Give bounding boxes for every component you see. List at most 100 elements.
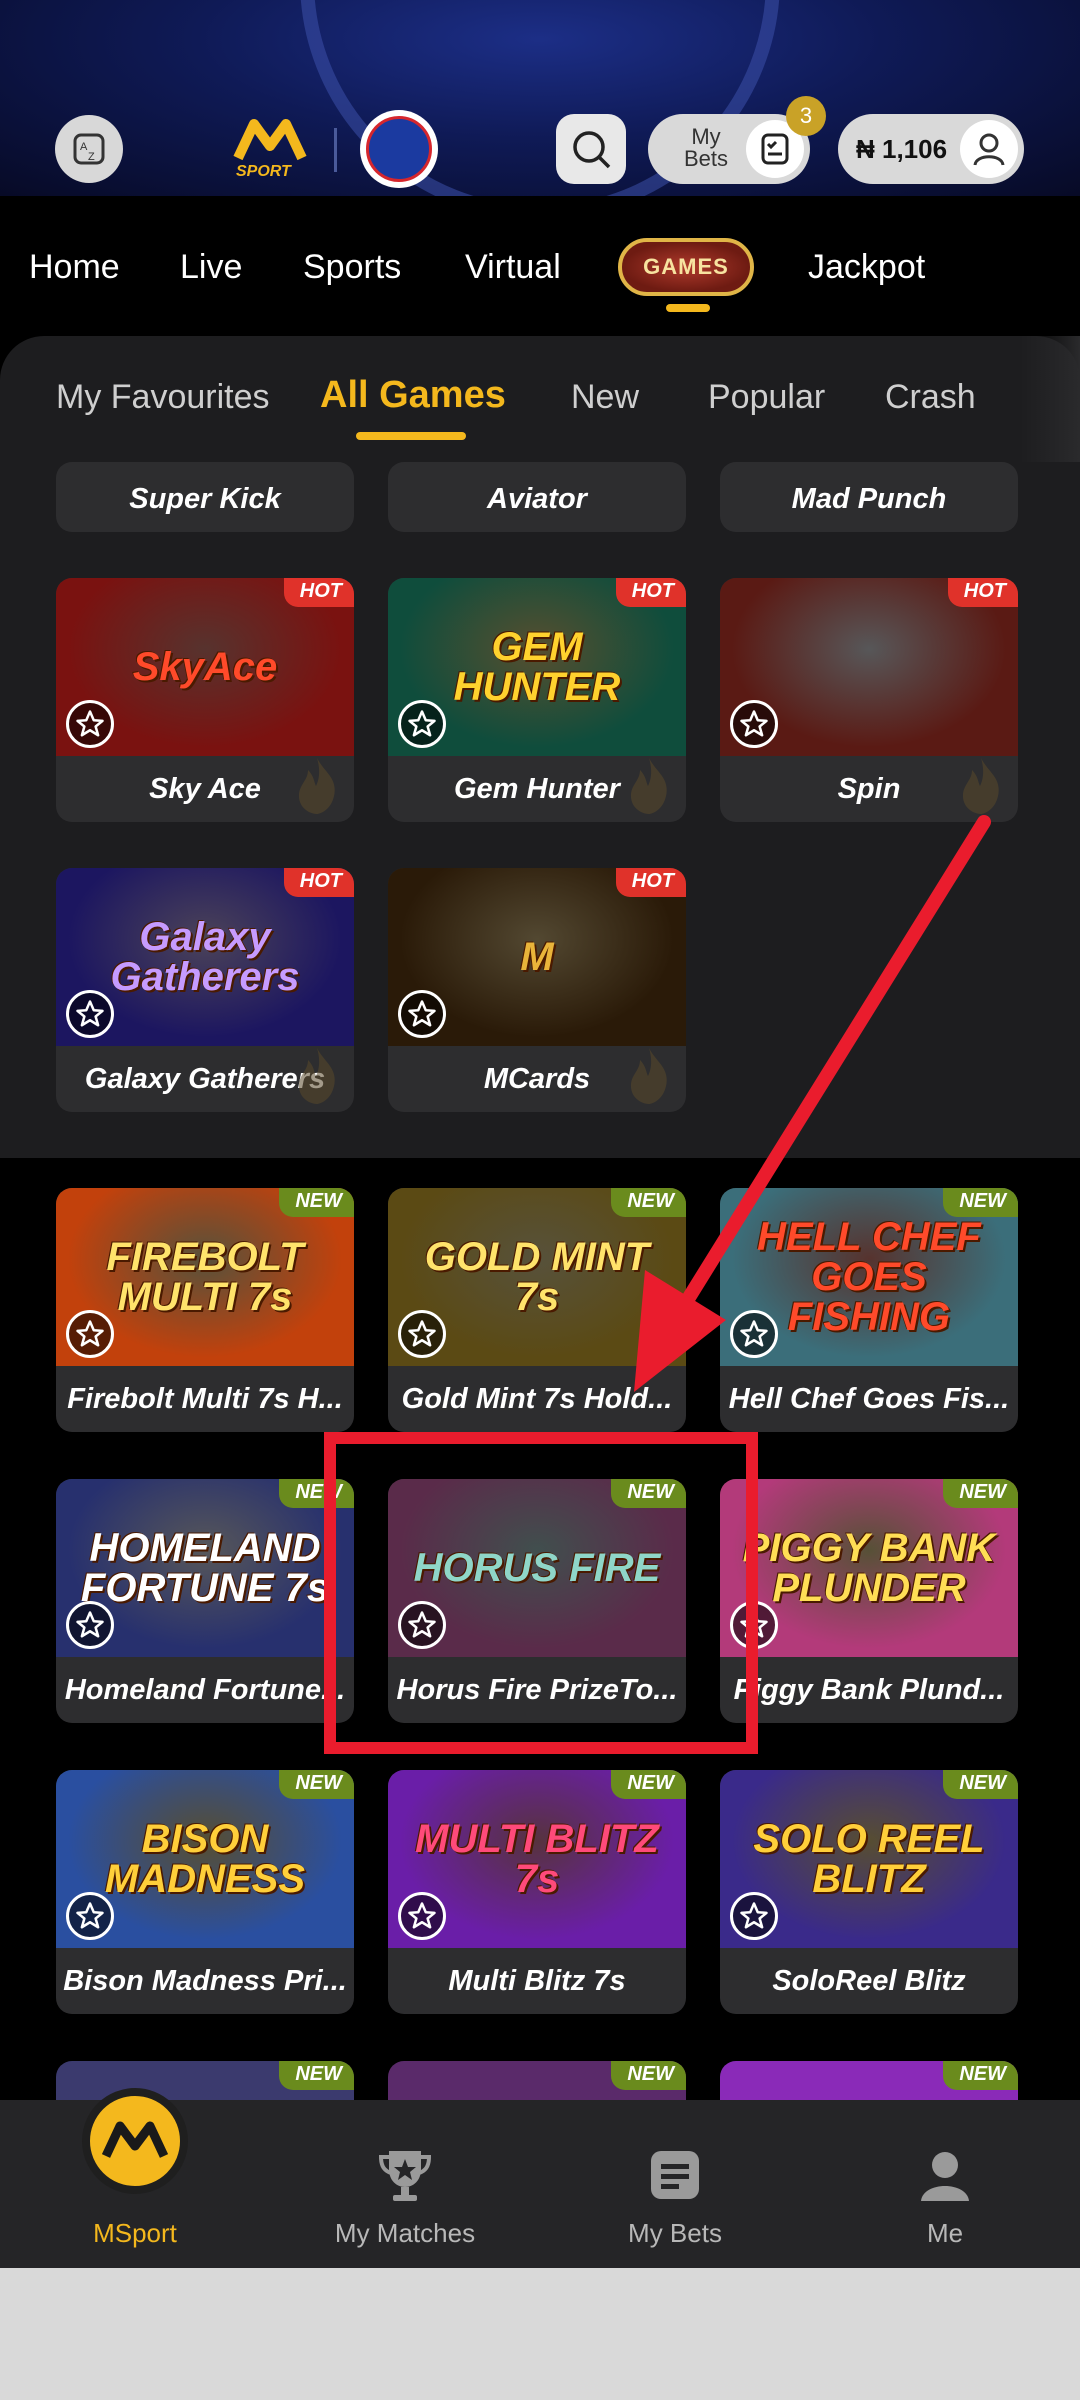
ticket-icon <box>640 2140 710 2210</box>
game-name: Multi Blitz 7s <box>448 1964 626 1997</box>
game-name: Piggy Bank Plund... <box>733 1673 1005 1706</box>
new-badge: NEW <box>279 1770 354 1799</box>
bottom-nav: MSport My Matches My Bets Me <box>0 2088 1080 2268</box>
new-badge: NEW <box>943 1770 1018 1799</box>
my-bets-label-line1: My <box>691 124 721 149</box>
account-balance-button[interactable]: ₦ 1,106 <box>838 114 1024 184</box>
search-icon <box>573 131 611 169</box>
favourite-star-icon[interactable] <box>398 700 446 748</box>
club-crest <box>360 110 438 188</box>
game-card[interactable]: FIREBOLT MULTI 7s NEW Firebolt Multi 7s H.… <box>56 1188 354 1432</box>
msport-logo[interactable]: SPORT <box>232 118 310 180</box>
az-sort-icon[interactable]: AZ <box>55 115 123 183</box>
game-card[interactable]: GEM HUNTER HOT Gem Hunter <box>388 578 686 822</box>
tab-my-favourites[interactable]: My Favourites <box>56 378 270 417</box>
app-header: AZ SPORT My Bets 3 ₦ 1,106 <box>0 0 1080 196</box>
bottom-nav-my-matches[interactable]: My Matches <box>270 2100 540 2268</box>
game-card[interactable]: M HOT MCards <box>388 868 686 1112</box>
game-card[interactable]: HOT Spin <box>720 578 1018 822</box>
favourite-star-icon[interactable] <box>730 1892 778 1940</box>
new-badge: NEW <box>279 1188 354 1217</box>
game-thumbnail: HOMELAND FORTUNE 7s NEW <box>56 1479 354 1657</box>
bottom-nav-label: My Matches <box>334 2218 476 2248</box>
nav-games-label: GAMES <box>643 254 729 279</box>
nav-jackpot[interactable]: Jackpot <box>808 248 925 287</box>
game-card[interactable]: Aviator <box>388 462 686 532</box>
game-name: Hell Chef Goes Fis... <box>728 1382 1010 1415</box>
bottom-nav-label: My Bets <box>628 2218 722 2248</box>
game-card[interactable]: PIGGY BANK PLUNDER NEW Piggy Bank Plund... <box>720 1479 1018 1723</box>
flame-icon <box>294 756 340 816</box>
game-thumbnail: GOLD MINT 7s NEW <box>388 1188 686 1366</box>
hot-badge: HOT <box>615 868 686 897</box>
game-name: SoloReel Blitz <box>772 1964 966 1997</box>
game-thumbnail: GEM HUNTER HOT <box>388 578 686 756</box>
svg-text:Z: Z <box>88 151 95 163</box>
game-card[interactable]: MULTI BLITZ 7s NEW Multi Blitz 7s <box>388 1770 686 2014</box>
nav-live[interactable]: Live <box>180 248 242 287</box>
flame-icon <box>626 1046 672 1106</box>
new-badge: NEW <box>943 2061 1018 2090</box>
game-card[interactable]: BISON MADNESS NEW Bison Madness Pri... <box>56 1770 354 2014</box>
favourite-star-icon[interactable] <box>66 1310 114 1358</box>
my-bets-button[interactable]: My Bets <box>648 114 810 184</box>
game-card[interactable]: Mad Punch <box>720 462 1018 532</box>
new-badge: NEW <box>611 2061 686 2090</box>
bottom-nav-my-bets[interactable]: My Bets <box>540 2100 810 2268</box>
favourite-star-icon[interactable] <box>66 1601 114 1649</box>
favourite-star-icon[interactable] <box>730 700 778 748</box>
subtabs-scroll-fade <box>1020 336 1080 462</box>
user-icon <box>960 120 1018 178</box>
flame-icon <box>294 1046 340 1106</box>
nav-active-indicator <box>666 304 710 312</box>
nav-virtual[interactable]: Virtual <box>465 248 561 287</box>
tab-all-games[interactable]: All Games <box>320 374 506 417</box>
highlight-box <box>324 1432 758 1754</box>
tab-new[interactable]: New <box>571 378 639 417</box>
game-card[interactable]: Galaxy Gatherers HOT Galaxy Gatherers <box>56 868 354 1112</box>
my-bets-count-badge: 3 <box>786 96 826 136</box>
game-card[interactable]: SOLO REEL BLITZ NEW SoloReel Blitz <box>720 1770 1018 2014</box>
balance-value: ₦ 1,106 <box>856 134 948 164</box>
tab-crash[interactable]: Crash <box>885 378 976 417</box>
search-button[interactable] <box>556 114 626 184</box>
game-card[interactable]: GOLD MINT 7s NEW Gold Mint 7s Hold... <box>388 1188 686 1432</box>
favourite-star-icon[interactable] <box>398 990 446 1038</box>
new-badge: NEW <box>611 1188 686 1217</box>
favourite-star-icon[interactable] <box>398 1310 446 1358</box>
game-card[interactable]: HOMELAND FORTUNE 7s NEW Homeland Fortune..… <box>56 1479 354 1723</box>
new-badge: NEW <box>943 1479 1018 1508</box>
nav-home[interactable]: Home <box>29 248 120 287</box>
main-nav: Home Live Sports Virtual GAMES Jackpot <box>0 196 1080 336</box>
game-thumbnail: HOT <box>720 578 1018 756</box>
games-subtabs: My Favourites All Games New Popular Cras… <box>0 336 1080 462</box>
game-thumbnail: SkyAce HOT <box>56 578 354 756</box>
game-card[interactable]: SkyAce HOT Sky Ace <box>56 578 354 822</box>
game-name: Homeland Fortune... <box>64 1673 346 1706</box>
system-navigation-area <box>0 2268 1080 2400</box>
game-thumbnail: M HOT <box>388 868 686 1046</box>
flame-icon <box>626 756 672 816</box>
my-bets-label-line2: Bets <box>683 146 729 171</box>
favourite-star-icon[interactable] <box>398 1892 446 1940</box>
game-card[interactable]: HELL CHEF GOES FISHING NEW Hell Chef Goes … <box>720 1188 1018 1432</box>
hot-badge: HOT <box>283 578 354 607</box>
game-name: Gold Mint 7s Hold... <box>401 1382 673 1415</box>
hot-badge: HOT <box>615 578 686 607</box>
game-name: Aviator <box>487 482 587 515</box>
tab-popular[interactable]: Popular <box>708 378 825 417</box>
svg-text:SPORT: SPORT <box>236 163 292 180</box>
nav-sports[interactable]: Sports <box>303 248 401 287</box>
bottom-nav-me[interactable]: Me <box>810 2100 1080 2268</box>
game-thumbnail: FIREBOLT MULTI 7s NEW <box>56 1188 354 1366</box>
favourite-star-icon[interactable] <box>66 1892 114 1940</box>
flame-icon <box>958 756 1004 816</box>
bottom-nav-label: MSport <box>93 2218 177 2248</box>
game-card[interactable]: Super Kick <box>56 462 354 532</box>
bottom-nav-msport[interactable]: MSport <box>0 2088 270 2268</box>
nav-games[interactable]: GAMES <box>618 238 754 296</box>
favourite-star-icon[interactable] <box>66 990 114 1038</box>
game-thumbnail: BISON MADNESS NEW <box>56 1770 354 1948</box>
favourite-star-icon[interactable] <box>730 1310 778 1358</box>
favourite-star-icon[interactable] <box>66 700 114 748</box>
